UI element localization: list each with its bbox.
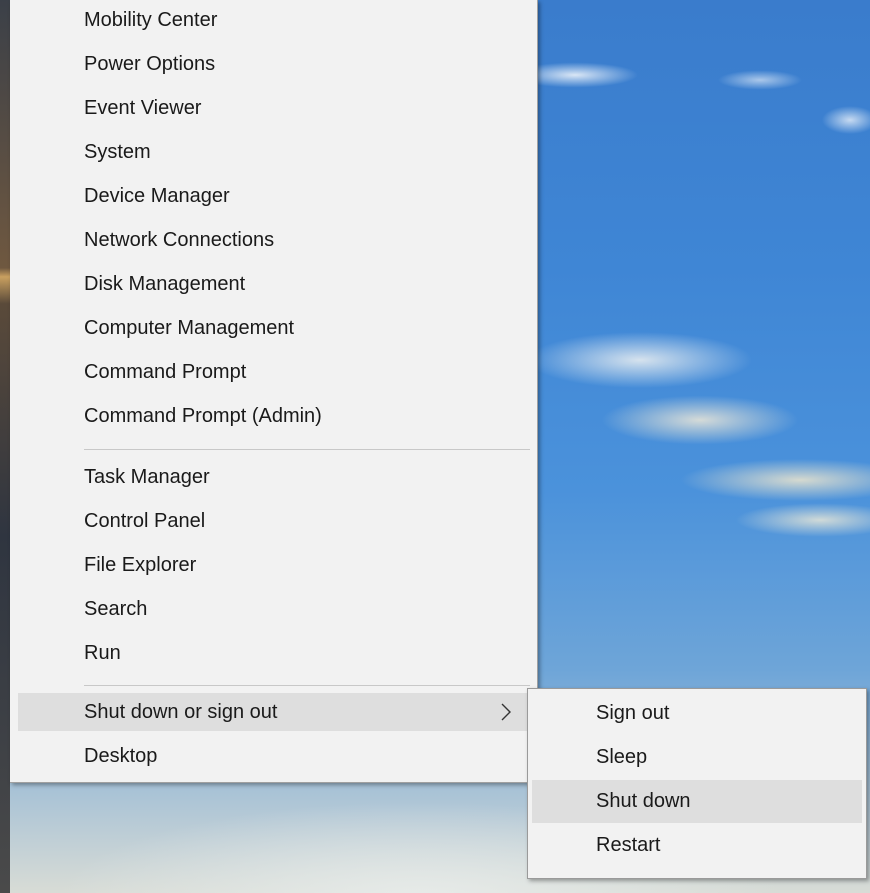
menu-separator	[84, 685, 530, 686]
menu-item-search[interactable]: Search	[18, 590, 530, 628]
shutdown-submenu: Sign out Sleep Shut down Restart	[527, 688, 867, 879]
menu-separator	[84, 449, 530, 450]
menu-item-disk-management[interactable]: Disk Management	[18, 265, 530, 303]
menu-item-desktop[interactable]: Desktop	[18, 737, 530, 775]
menu-item-run[interactable]: Run	[18, 634, 530, 672]
menu-item-mobility-center[interactable]: Mobility Center	[18, 1, 530, 39]
menu-item-label: Shut down or sign out	[84, 701, 278, 723]
menu-item-task-manager[interactable]: Task Manager	[18, 458, 530, 496]
menu-item-command-prompt-admin[interactable]: Command Prompt (Admin)	[18, 397, 530, 435]
desktop: Mobility Center Power Options Event View…	[0, 0, 870, 893]
menu-item-control-panel[interactable]: Control Panel	[18, 502, 530, 540]
submenu-item-sign-out[interactable]: Sign out	[532, 692, 862, 735]
power-user-menu: Mobility Center Power Options Event View…	[10, 0, 538, 783]
menu-item-system[interactable]: System	[18, 133, 530, 171]
menu-item-event-viewer[interactable]: Event Viewer	[18, 89, 530, 127]
menu-item-network-connections[interactable]: Network Connections	[18, 221, 530, 259]
menu-item-power-options[interactable]: Power Options	[18, 45, 530, 83]
submenu-item-shut-down[interactable]: Shut down	[532, 780, 862, 823]
menu-item-device-manager[interactable]: Device Manager	[18, 177, 530, 215]
menu-item-shut-down-or-sign-out[interactable]: Shut down or sign out	[18, 693, 530, 731]
menu-item-file-explorer[interactable]: File Explorer	[18, 546, 530, 584]
menu-item-command-prompt[interactable]: Command Prompt	[18, 353, 530, 391]
menu-item-computer-management[interactable]: Computer Management	[18, 309, 530, 347]
submenu-item-sleep[interactable]: Sleep	[532, 736, 862, 779]
submenu-item-restart[interactable]: Restart	[532, 824, 862, 867]
background-window-edge	[0, 0, 10, 893]
chevron-right-icon	[496, 693, 516, 731]
